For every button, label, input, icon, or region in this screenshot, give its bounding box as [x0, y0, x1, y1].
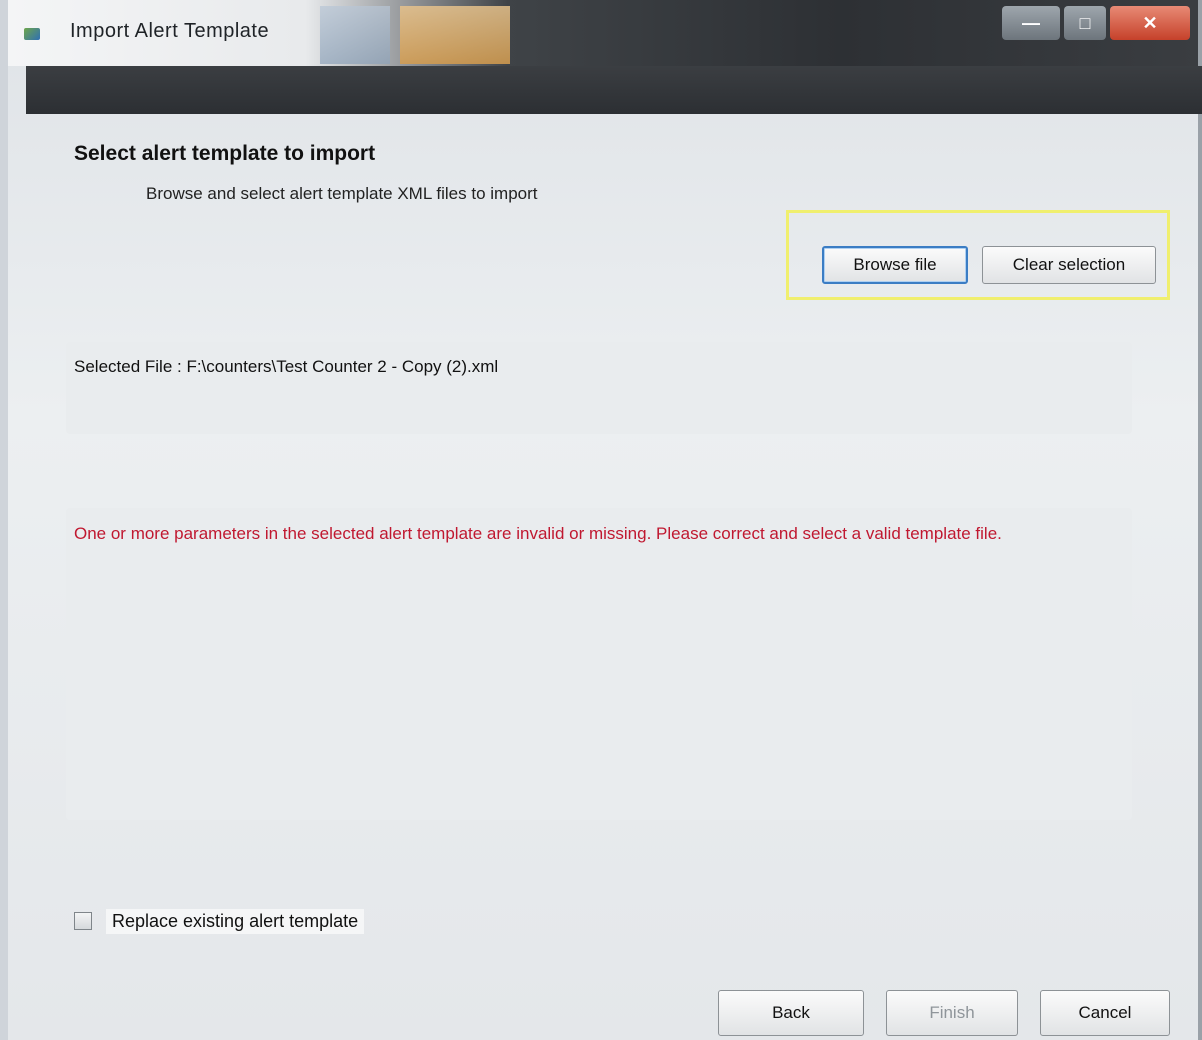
- replace-existing-checkbox[interactable]: [74, 912, 92, 930]
- taskbar-glimpse-alt: [400, 6, 510, 64]
- finish-button[interactable]: Finish: [886, 990, 1018, 1036]
- cancel-button[interactable]: Cancel: [1040, 990, 1170, 1036]
- minimize-button[interactable]: —: [1002, 6, 1060, 40]
- selected-file-text: Selected File : F:\counters\Test Counter…: [74, 357, 499, 376]
- taskbar-glimpse: [320, 6, 390, 64]
- app-icon: [24, 28, 40, 40]
- selected-file-panel: [66, 342, 1132, 434]
- browse-file-button[interactable]: Browse file: [822, 246, 968, 284]
- replace-existing-label[interactable]: Replace existing alert template: [106, 909, 365, 934]
- page-title: Select alert template to import: [74, 142, 376, 165]
- clear-selection-button[interactable]: Clear selection: [982, 246, 1156, 284]
- page-subtitle: Browse and select alert template XML fil…: [146, 184, 538, 203]
- message-panel: [66, 508, 1132, 820]
- close-button[interactable]: ✕: [1110, 6, 1190, 40]
- back-button[interactable]: Back: [718, 990, 864, 1036]
- window-title: Import Alert Template: [70, 20, 270, 42]
- error-message: One or more parameters in the selected a…: [74, 524, 1002, 543]
- title-bar[interactable]: Import Alert Template — □ ✕: [8, 0, 1198, 66]
- window-controls: — □ ✕: [1002, 6, 1190, 40]
- maximize-button[interactable]: □: [1064, 6, 1106, 40]
- header-band: [26, 66, 1202, 114]
